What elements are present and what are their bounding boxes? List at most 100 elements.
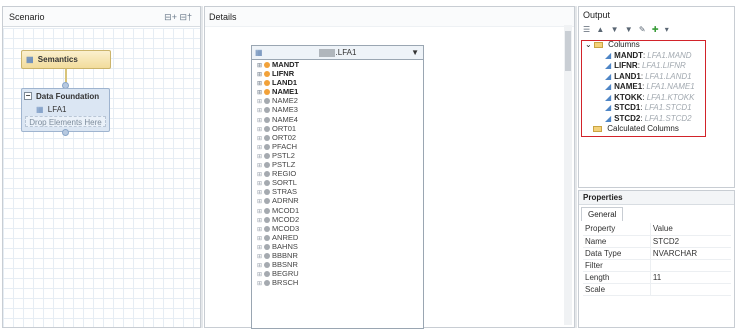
expand-icon[interactable]: ⊞ — [257, 281, 262, 287]
table-field-row[interactable]: ⊞ PSTLZ — [252, 160, 423, 169]
field-name: BBBNR — [272, 250, 298, 260]
scenario-title: Scenario — [9, 12, 45, 22]
expand-icon[interactable]: ⊞ — [257, 209, 262, 215]
expand-icon[interactable]: ⊞ — [257, 99, 262, 105]
df-table-item[interactable]: ▦ LFA1 — [22, 104, 109, 116]
edit-icon[interactable]: ✎ — [639, 25, 648, 34]
table-field-row[interactable]: ⊞ NAME2 — [252, 96, 423, 105]
expand-icon[interactable]: ⊞ — [257, 172, 262, 178]
expand-icon[interactable]: ⊞ — [257, 218, 262, 224]
table-field-row[interactable]: ⊞ PFACH — [252, 142, 423, 151]
table-field-row[interactable]: ⊞ ORT02 — [252, 133, 423, 142]
expand-icon[interactable]: ⊞ — [257, 118, 262, 124]
expand-icon[interactable]: ⊞ — [257, 63, 262, 69]
expand-icon[interactable]: ⊞ — [257, 236, 262, 242]
table-field-row[interactable]: ⊞ MCOD1 — [252, 206, 423, 215]
key-column-icon — [264, 62, 271, 69]
table-node-lfa1[interactable]: ▦ .LFA1 ▼ ⊞ MANDT ⊞ LIFNR ⊞ LAND1 ⊞ NAME1 ⊞ NAME2… — [251, 45, 424, 329]
expand-icon[interactable]: ⊞ — [257, 81, 262, 87]
field-name: NAME2 — [272, 96, 298, 106]
down-icon[interactable]: ▼ — [611, 25, 621, 34]
property-value[interactable] — [649, 283, 731, 296]
key-column-icon — [264, 89, 271, 96]
expand-icon[interactable]: ⊞ — [257, 90, 262, 96]
expand-icon[interactable]: ⊞ — [257, 136, 262, 142]
table-field-row[interactable]: ⊞ LAND1 — [252, 78, 423, 87]
property-row[interactable]: Filter — [583, 259, 731, 272]
property-value[interactable] — [649, 259, 731, 272]
table-field-row[interactable]: ⊞ STRAS — [252, 187, 423, 196]
expand-icon[interactable]: ⊞ — [257, 254, 262, 260]
property-name: Scale — [583, 283, 651, 296]
table-field-row[interactable]: ⊞ MANDT — [252, 60, 423, 69]
expand-icon[interactable]: ⊞ — [257, 199, 262, 205]
expand-icon[interactable]: ⊞ — [257, 145, 262, 151]
collapse-icon[interactable]: − — [24, 92, 32, 100]
column-icon — [264, 180, 271, 187]
table-field-row[interactable]: ⊞ NAME3 — [252, 105, 423, 114]
column-icon — [264, 143, 271, 150]
table-field-row[interactable]: ⊞ MCOD3 — [252, 224, 423, 233]
table-field-row[interactable]: ⊞ NAME4 — [252, 115, 423, 124]
property-row[interactable]: Name STCD2 — [583, 235, 731, 248]
tab-general[interactable]: General — [581, 207, 624, 221]
table-field-row[interactable]: ⊞ BAHNS — [252, 242, 423, 251]
column-icon — [264, 243, 271, 250]
table-field-row[interactable]: ⊞ LIFNR — [252, 69, 423, 78]
expand-icon[interactable]: ⊞ — [257, 163, 262, 169]
splitter-right[interactable] — [575, 6, 577, 328]
expand-icon[interactable]: ⊞ — [257, 190, 262, 196]
details-scrollbar[interactable] — [564, 25, 572, 325]
up-icon[interactable]: ▲ — [596, 25, 606, 34]
expand-icon[interactable]: ⊞ — [257, 263, 262, 269]
key-column-icon — [264, 71, 271, 78]
scenario-panel: Scenario ⊟+ ⊟† ▦ Semantics − Data Founda… — [2, 6, 201, 328]
drop-zone[interactable]: Drop Elements Here — [25, 116, 106, 127]
expand-icon[interactable]: ⊞ — [257, 227, 262, 233]
property-value[interactable]: STCD2 — [649, 235, 731, 248]
table-node-header[interactable]: ▦ .LFA1 ▼ — [252, 46, 423, 60]
scenario-header-tools[interactable]: ⊟+ ⊟† — [164, 7, 192, 27]
column-icon — [264, 216, 271, 223]
field-name: NAME1 — [272, 87, 299, 97]
table-field-row[interactable]: ⊞ REGIO — [252, 169, 423, 178]
column-icon — [264, 152, 271, 159]
table-field-row[interactable]: ⊞ BBBNR — [252, 251, 423, 260]
sort-icon[interactable]: ☰ — [583, 25, 592, 34]
table-field-row[interactable]: ⊞ BRSCH — [252, 278, 423, 287]
table-field-row[interactable]: ⊞ PSTL2 — [252, 151, 423, 160]
table-field-row[interactable]: ⊞ SORTL — [252, 178, 423, 187]
connector-handle-bottom[interactable] — [62, 129, 69, 136]
data-foundation-node[interactable]: − Data Foundation ▦ LFA1 Drop Elements H… — [21, 88, 110, 132]
property-row[interactable]: Data Type NVARCHAR — [583, 247, 731, 260]
semantics-node[interactable]: ▦ Semantics — [21, 50, 111, 69]
expand-icon[interactable]: ⊞ — [257, 72, 262, 78]
table-field-row[interactable]: ⊞ ORT01 — [252, 124, 423, 133]
expand-icon[interactable]: ⊞ — [257, 127, 262, 133]
dropdown-icon[interactable]: ▾ — [665, 25, 671, 34]
add-icon[interactable]: ✚ — [652, 25, 661, 34]
scenario-canvas[interactable]: ▦ Semantics − Data Foundation ▦ LFA1 Dro… — [3, 28, 200, 327]
property-value[interactable]: 11 — [649, 271, 731, 284]
splitter-left[interactable] — [201, 6, 203, 328]
table-field-row[interactable]: ⊞ BEGRU — [252, 269, 423, 278]
table-field-row[interactable]: ⊞ MCOD2 — [252, 215, 423, 224]
table-field-row[interactable]: ⊞ ADRNR — [252, 196, 423, 205]
property-row[interactable]: Scale — [583, 283, 731, 296]
table-field-row[interactable]: ⊞ BBSNR — [252, 260, 423, 269]
table-field-row[interactable]: ⊞ NAME1 — [252, 87, 423, 96]
property-value[interactable]: NVARCHAR — [649, 247, 731, 260]
property-row[interactable]: Length 11 — [583, 271, 731, 284]
df-table-label: LFA1 — [47, 105, 67, 114]
expand-icon[interactable]: ⊞ — [257, 272, 262, 278]
expand-icon[interactable]: ⊞ — [257, 245, 262, 251]
table-node-title: .LFA1 — [335, 48, 357, 57]
table-field-row[interactable]: ⊞ ANRED — [252, 233, 423, 242]
expand-icon[interactable]: ⊞ — [257, 154, 262, 160]
properties-panel: Properties General Property Value Name ST… — [578, 190, 735, 328]
filter-icon[interactable]: ▼ — [625, 25, 635, 34]
header-value: Value — [649, 223, 731, 236]
expand-icon[interactable]: ⊞ — [257, 108, 262, 114]
expand-icon[interactable]: ⊞ — [257, 181, 262, 187]
chevron-down-icon[interactable]: ▼ — [411, 46, 419, 60]
